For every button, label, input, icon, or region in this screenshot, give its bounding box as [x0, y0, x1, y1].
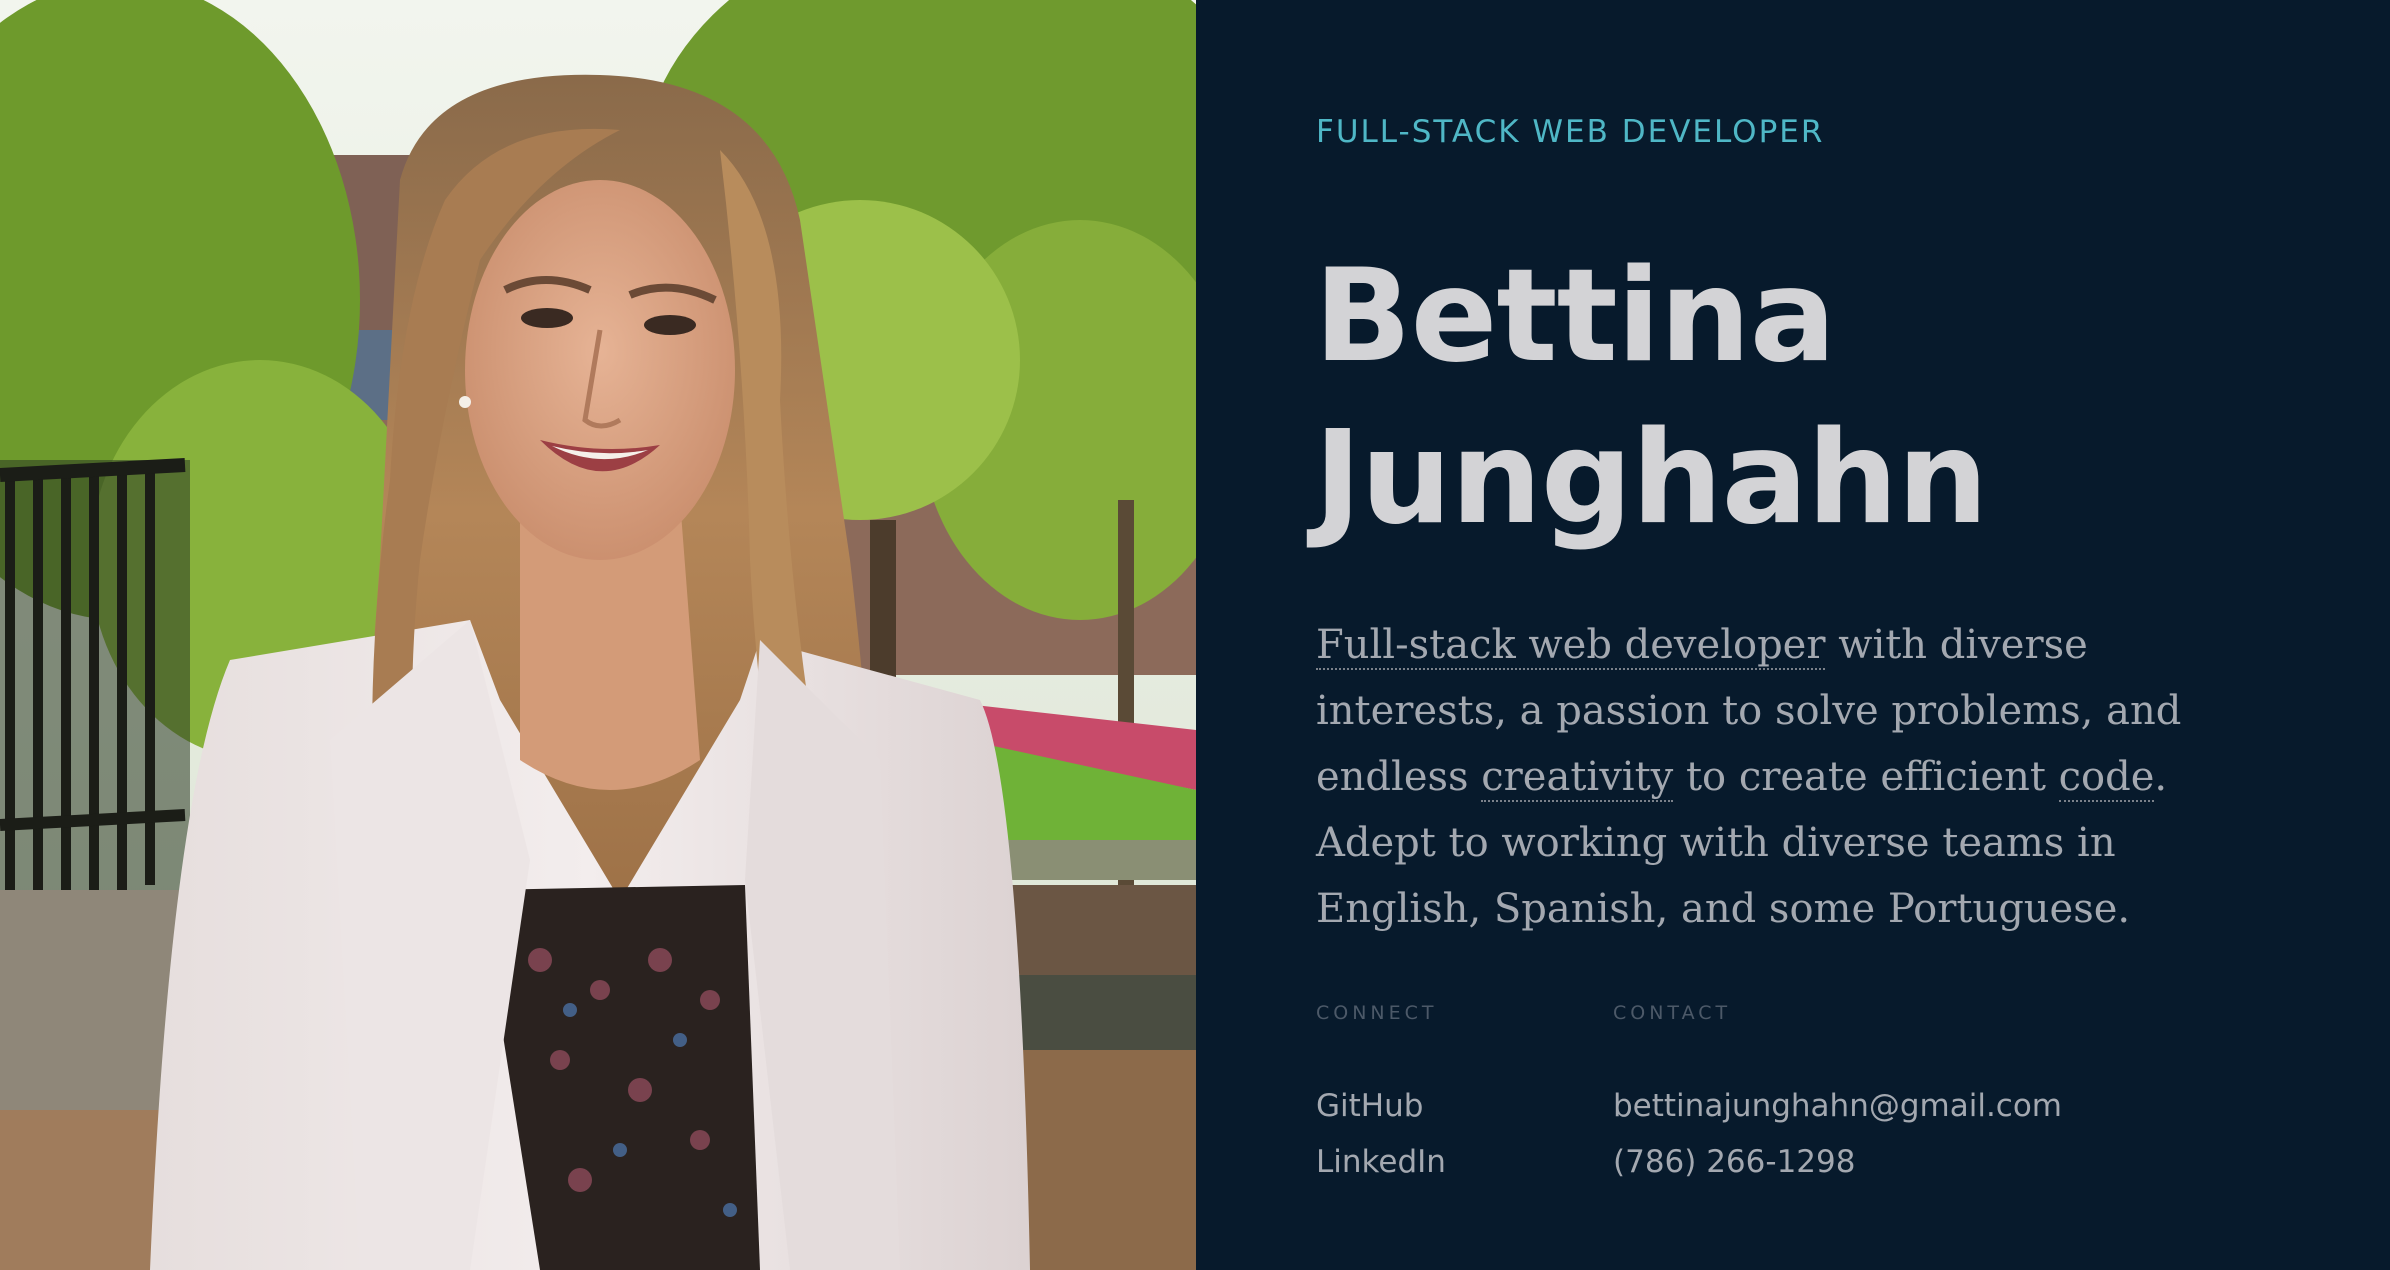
github-link[interactable]: GitHub: [1316, 1078, 1446, 1134]
profile-info-panel: FULL-STACK WEB DEVELOPER Bettina Junghah…: [1196, 0, 2390, 1270]
role-link[interactable]: Full-stack web developer: [1316, 622, 1826, 670]
connect-heading: CONNECT: [1316, 1002, 1438, 1024]
linkedin-link[interactable]: LinkedIn: [1316, 1134, 1446, 1190]
connect-links: GitHub LinkedIn: [1316, 1078, 1446, 1190]
contact-heading: CONTACT: [1613, 1002, 1732, 1024]
job-title: FULL-STACK WEB DEVELOPER: [1316, 114, 1825, 150]
phone-link[interactable]: (786) 266-1298: [1613, 1134, 2062, 1190]
email-link[interactable]: bettinajunghahn@gmail.com: [1613, 1078, 2062, 1134]
person-name: Bettina Junghahn: [1314, 236, 2314, 560]
code-link[interactable]: code: [2058, 754, 2155, 802]
first-name: Bettina: [1314, 242, 1836, 391]
last-name: Junghahn: [1314, 404, 1988, 553]
bio-paragraph: Full-stack web developer with diverse in…: [1316, 612, 2276, 942]
profile-photo: [0, 0, 1196, 1270]
contact-links: bettinajunghahn@gmail.com (786) 266-1298: [1613, 1078, 2062, 1190]
bio-text-2: to create efficient: [1673, 754, 2059, 800]
creativity-link[interactable]: creativity: [1481, 754, 1674, 802]
